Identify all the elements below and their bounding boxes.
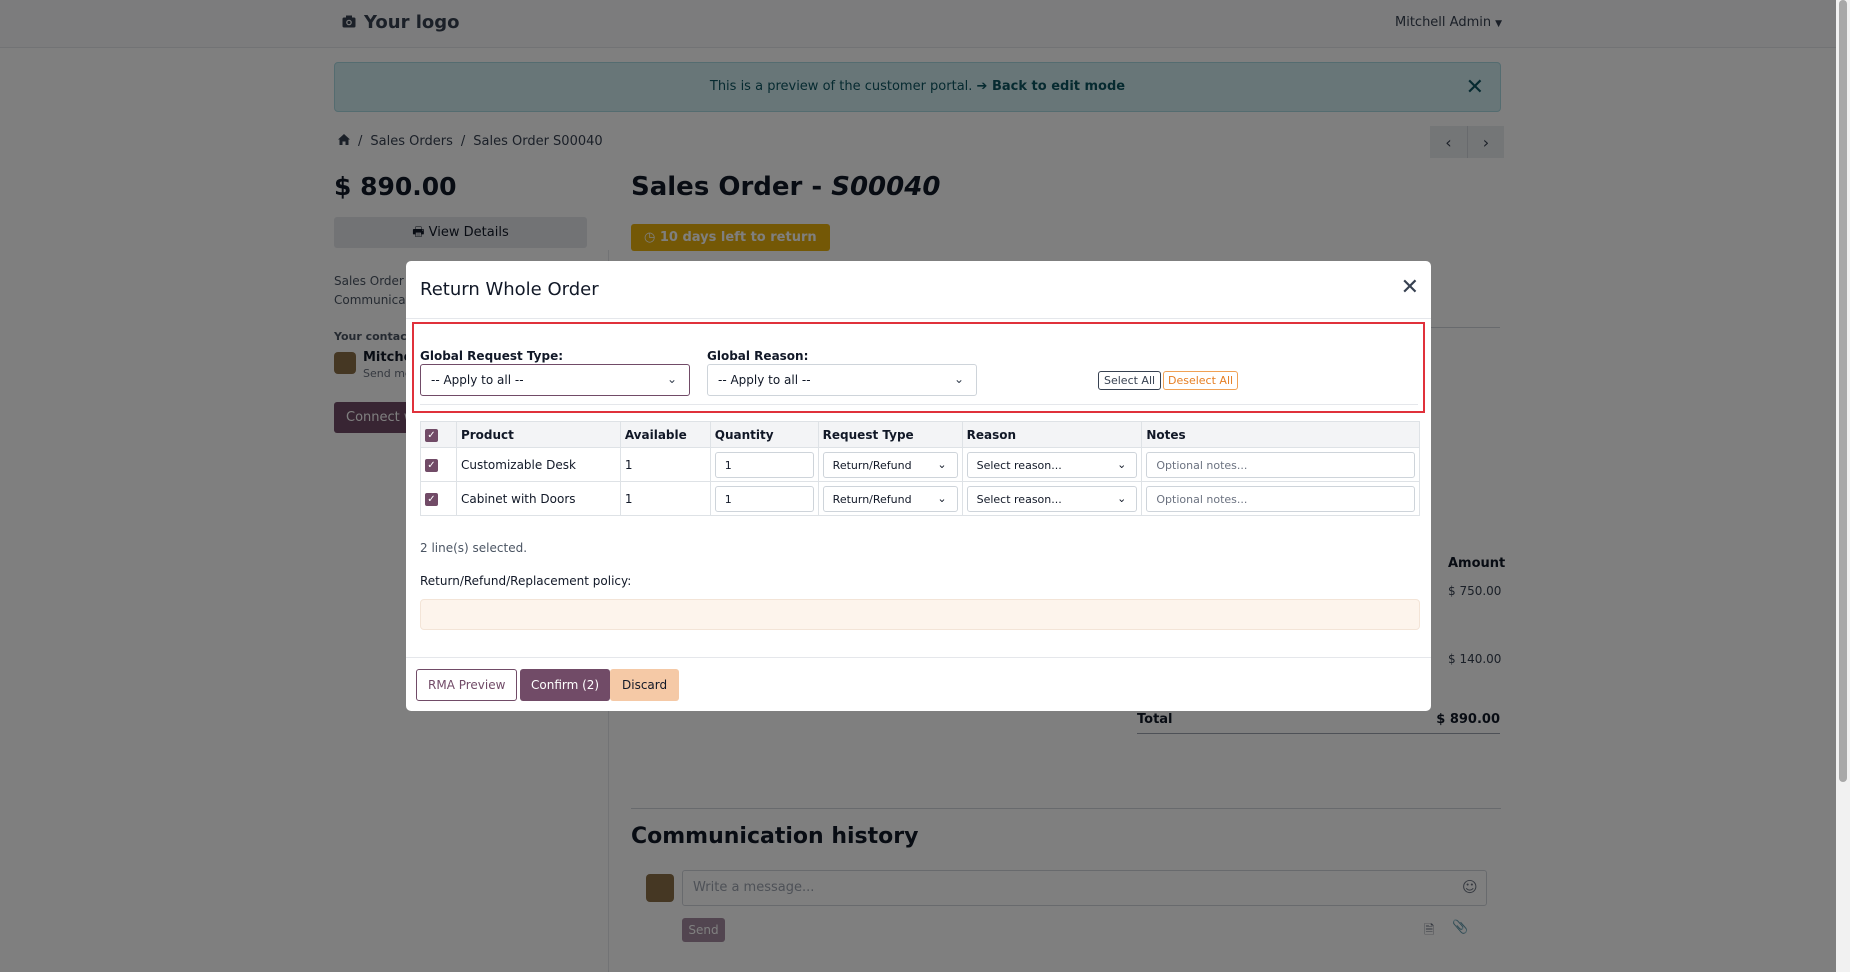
table-row: ✓ Cabinet with Doors 1 1 Return/Refund ⌄ … xyxy=(420,481,1420,516)
global-request-type-value: -- Apply to all -- xyxy=(431,373,524,387)
discard-button[interactable]: Discard xyxy=(610,669,680,701)
column-header: Reason xyxy=(961,421,1143,448)
deselect-all-button[interactable]: Deselect All xyxy=(1163,371,1239,390)
selected-count: 2 line(s) selected. xyxy=(420,541,528,555)
confirm-button[interactable]: Confirm (2) xyxy=(520,669,611,701)
modal-title: Return Whole Order xyxy=(420,279,599,300)
quantity-cell: 1 xyxy=(709,481,819,516)
quantity-input[interactable]: 1 xyxy=(714,451,814,478)
policy-label: Return/Refund/Replacement policy: xyxy=(420,574,632,588)
row-checkbox-cell: ✓ xyxy=(420,447,457,482)
chevron-down-icon: ⌄ xyxy=(666,372,677,386)
select-all-checkbox[interactable]: ✓ xyxy=(425,429,438,442)
divider xyxy=(406,318,1431,319)
select-all-checkbox-cell: ✓ xyxy=(420,421,457,448)
request-type-value: Return/Refund xyxy=(832,458,912,472)
column-header: Request Type xyxy=(817,421,963,448)
return-lines-table: ✓ Product Available Quantity Request Typ… xyxy=(420,421,1420,516)
request-type-cell: Return/Refund ⌄ xyxy=(817,481,963,516)
select-all-button[interactable]: Select All xyxy=(1098,371,1162,390)
product-cell: Customizable Desk xyxy=(455,447,621,482)
request-type-select[interactable]: Return/Refund ⌄ xyxy=(822,485,958,512)
global-request-type-label: Global Request Type: xyxy=(420,349,564,363)
return-order-modal: Return Whole Order ✕ Global Request Type… xyxy=(406,261,1431,711)
global-request-type-select[interactable]: -- Apply to all -- ⌄ xyxy=(420,364,690,396)
column-header: Available xyxy=(619,421,711,448)
chevron-down-icon: ⌄ xyxy=(1117,457,1127,471)
rma-preview-button[interactable]: RMA Preview xyxy=(416,669,518,701)
notes-cell: Optional notes... xyxy=(1141,447,1420,482)
column-header: Product xyxy=(455,421,621,448)
reason-select[interactable]: Select reason... ⌄ xyxy=(966,485,1138,512)
quantity-input[interactable]: 1 xyxy=(714,485,814,512)
chevron-down-icon: ⌄ xyxy=(937,491,947,505)
close-icon[interactable]: ✕ xyxy=(1401,275,1419,300)
notes-input[interactable]: Optional notes... xyxy=(1146,451,1415,478)
table-header-row: ✓ Product Available Quantity Request Typ… xyxy=(420,421,1420,448)
notes-cell: Optional notes... xyxy=(1141,481,1420,516)
column-header: Notes xyxy=(1141,421,1420,448)
policy-box xyxy=(420,599,1420,630)
row-checkbox[interactable]: ✓ xyxy=(425,459,438,472)
row-checkbox[interactable]: ✓ xyxy=(425,493,438,506)
request-type-select[interactable]: Return/Refund ⌄ xyxy=(822,451,958,478)
quantity-cell: 1 xyxy=(709,447,819,482)
reason-cell: Select reason... ⌄ xyxy=(961,481,1143,516)
chevron-down-icon: ⌄ xyxy=(1117,491,1127,505)
reason-cell: Select reason... ⌄ xyxy=(961,447,1143,482)
available-cell: 1 xyxy=(619,447,711,482)
divider xyxy=(420,404,1418,405)
request-type-cell: Return/Refund ⌄ xyxy=(817,447,963,482)
row-checkbox-cell: ✓ xyxy=(420,481,457,516)
global-reason-label: Global Reason: xyxy=(707,349,809,363)
divider xyxy=(406,657,1431,658)
column-header: Quantity xyxy=(709,421,819,448)
reason-value: Select reason... xyxy=(976,458,1062,472)
global-reason-select[interactable]: -- Apply to all -- ⌄ xyxy=(707,364,977,396)
chevron-down-icon: ⌄ xyxy=(953,372,964,386)
chevron-down-icon: ⌄ xyxy=(937,457,947,471)
global-reason-value: -- Apply to all -- xyxy=(718,373,811,387)
request-type-value: Return/Refund xyxy=(832,492,912,506)
table-row: ✓ Customizable Desk 1 1 Return/Refund ⌄ S… xyxy=(420,447,1420,482)
notes-input[interactable]: Optional notes... xyxy=(1146,485,1415,512)
available-cell: 1 xyxy=(619,481,711,516)
reason-value: Select reason... xyxy=(976,492,1062,506)
scrollbar-thumb[interactable] xyxy=(1839,0,1847,782)
product-cell: Cabinet with Doors xyxy=(455,481,621,516)
reason-select[interactable]: Select reason... ⌄ xyxy=(966,451,1138,478)
